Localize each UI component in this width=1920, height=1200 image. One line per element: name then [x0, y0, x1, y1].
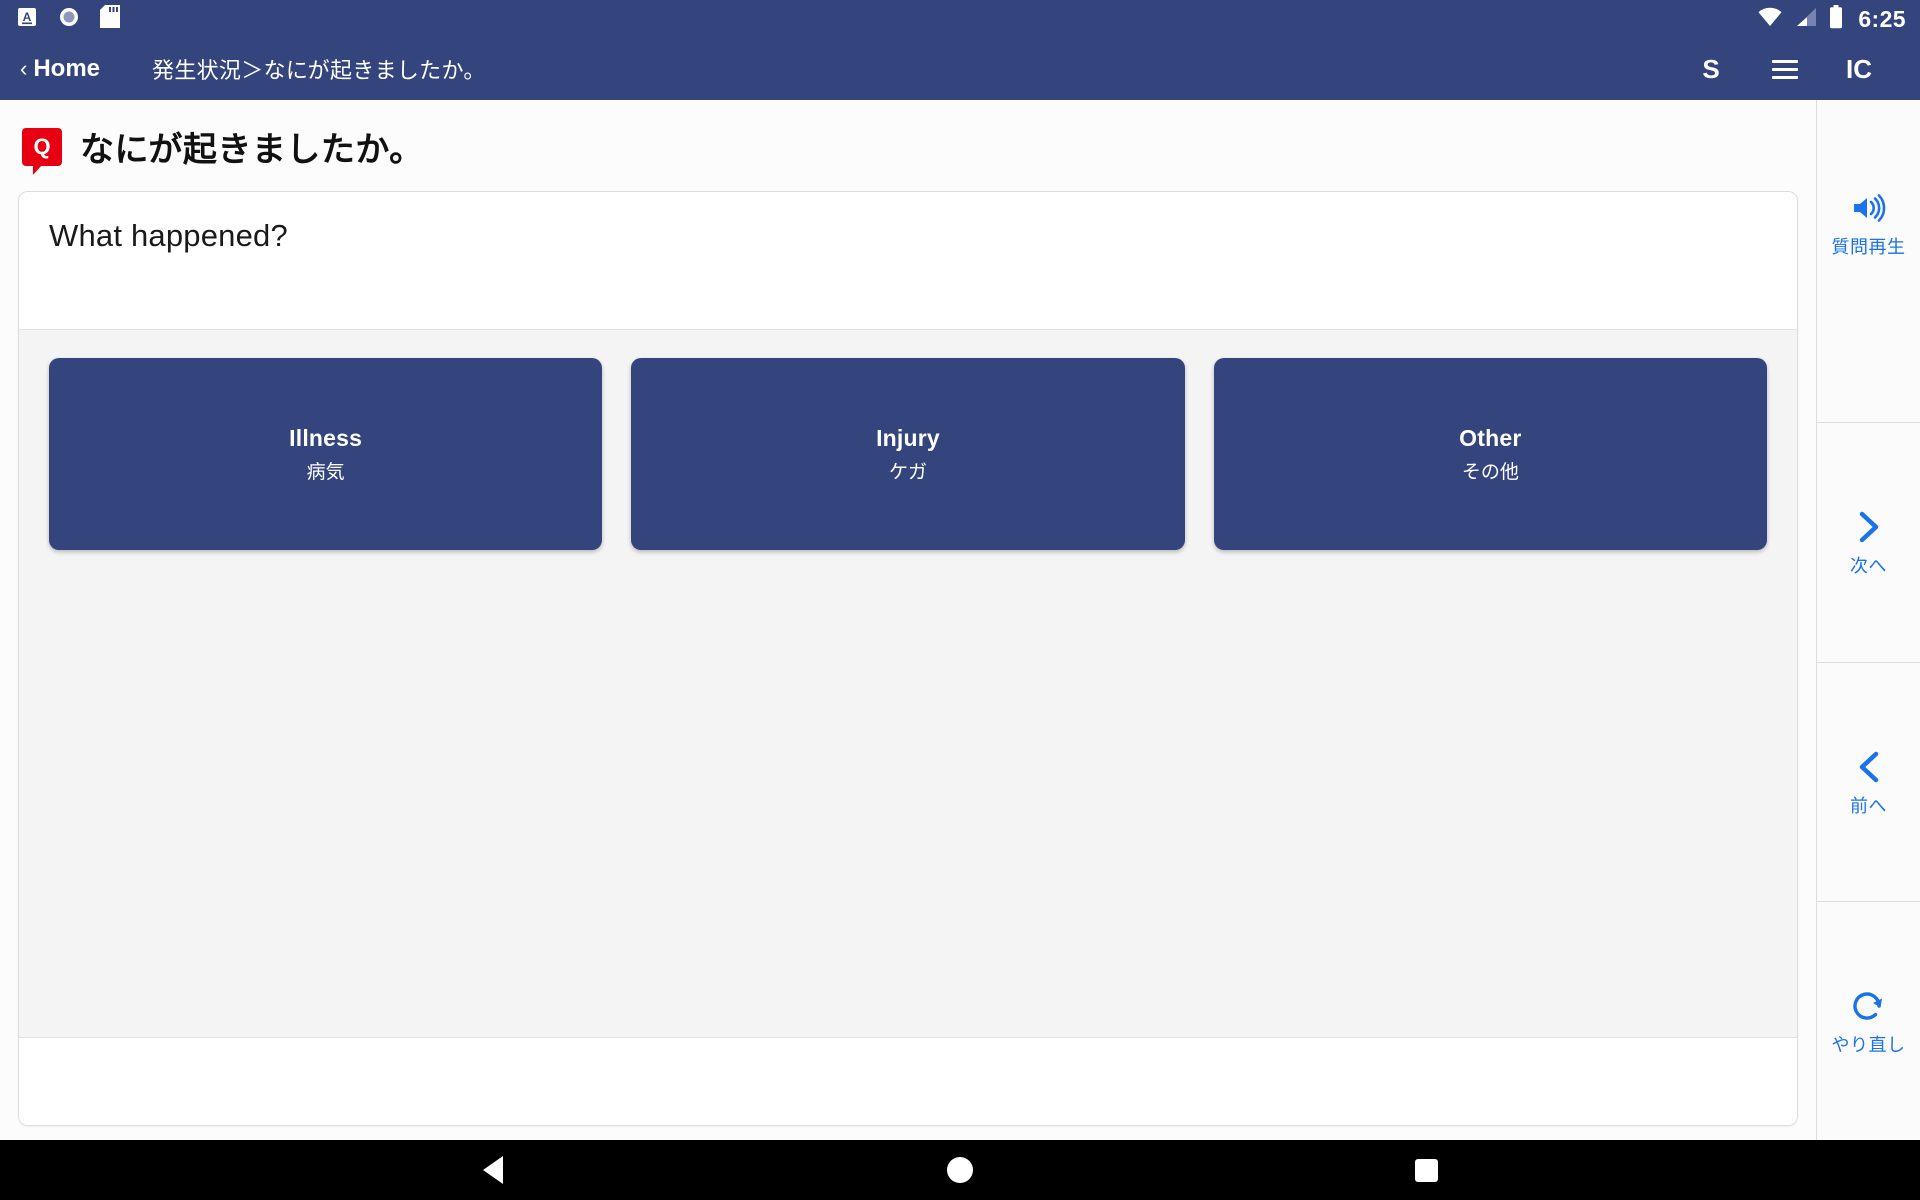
- sidebar-label-replay-question: 質問再生: [1831, 237, 1906, 257]
- option-illness-label-ja: 病気: [306, 461, 345, 483]
- back-triangle-icon: [483, 1156, 504, 1184]
- option-injury-button[interactable]: Injury ケガ: [631, 358, 1185, 550]
- nav-home-button[interactable]: [915, 1140, 1005, 1200]
- answer-options: Illness 病気 Injury ケガ Other その他: [49, 358, 1767, 550]
- action-sidebar: 質問再生 次へ 前へ やり直し: [1816, 100, 1920, 1140]
- nav-recent-button[interactable]: [1382, 1140, 1472, 1200]
- question-badge-icon: Q: [22, 127, 62, 175]
- option-other-label-en: Other: [1459, 424, 1522, 451]
- sidebar-label-next: 次へ: [1850, 556, 1887, 577]
- sd-card-icon: [100, 5, 120, 33]
- sidebar-label-previous: 前へ: [1850, 795, 1887, 816]
- speaker-volume-icon: [1852, 188, 1886, 228]
- redo-arrow-icon: [1851, 986, 1887, 1026]
- option-other-label-ja: その他: [1461, 461, 1519, 483]
- breadcrumb: 発生状況＞なにが起きましたか。: [152, 58, 486, 83]
- option-illness-button[interactable]: Illness 病気: [49, 358, 603, 550]
- main-content: Q なにが起きましたか。 What happened? Illness 病気 I…: [0, 100, 1816, 1140]
- option-other-button[interactable]: Other その他: [1213, 358, 1767, 550]
- back-chevron-icon: ‹: [20, 56, 28, 81]
- hamburger-menu-icon[interactable]: [1748, 59, 1822, 79]
- input-method-icon: A: [16, 6, 38, 33]
- home-label: Home: [33, 55, 101, 82]
- chevron-left-icon: [1854, 747, 1884, 787]
- wifi-icon: [1757, 6, 1783, 33]
- status-bar-clock: 6:25: [1858, 5, 1906, 32]
- battery-icon: [1829, 4, 1843, 34]
- ic-button[interactable]: IC: [1822, 56, 1896, 82]
- question-card: What happened? Illness 病気 Injury ケガ Othe…: [18, 191, 1798, 1126]
- sidebar-item-redo[interactable]: やり直し: [1817, 901, 1920, 1140]
- option-injury-label-en: Injury: [876, 424, 940, 451]
- option-illness-label-en: Illness: [289, 424, 363, 451]
- page-title: なにが起きましたか。: [80, 131, 424, 169]
- s-button[interactable]: S: [1674, 56, 1748, 82]
- card-footer: [19, 1037, 1797, 1125]
- android-nav-bar: [0, 1140, 1920, 1200]
- question-text-english: What happened?: [49, 218, 288, 253]
- home-circle-icon: [946, 1157, 973, 1183]
- status-bar-left-icons: A: [16, 5, 120, 33]
- option-injury-label-ja: ケガ: [888, 461, 927, 483]
- recent-square-icon: [1415, 1158, 1439, 1182]
- record-dot-icon: [58, 6, 80, 33]
- sidebar-item-replay-question[interactable]: 質問再生: [1817, 100, 1920, 424]
- status-bar-right-icons: 6:25: [1757, 4, 1906, 34]
- card-body: Illness 病気 Injury ケガ Other その他: [19, 330, 1797, 1037]
- body-row: Q なにが起きましたか。 What happened? Illness 病気 I…: [0, 100, 1920, 1140]
- home-back-button[interactable]: ‹ Home: [14, 51, 106, 87]
- app-bar-actions: S IC: [1674, 56, 1896, 82]
- nav-back-button[interactable]: [448, 1140, 538, 1200]
- question-heading: Q なにが起きましたか。: [0, 100, 1816, 191]
- signal-icon: [1794, 6, 1818, 33]
- question-badge-letter: Q: [33, 133, 51, 159]
- android-status-bar: A 6:25: [0, 0, 1920, 38]
- svg-text:A: A: [23, 10, 32, 24]
- sidebar-item-next[interactable]: 次へ: [1817, 423, 1920, 663]
- sidebar-label-redo: やり直し: [1831, 1034, 1906, 1055]
- chevron-right-icon: [1854, 507, 1884, 547]
- app-root: A 6:25 ‹ Home 発生状況＞なにが起きましたか。 S IC Q なにが…: [0, 0, 1920, 1200]
- sidebar-item-previous[interactable]: 前へ: [1817, 662, 1920, 902]
- card-header: What happened?: [19, 192, 1797, 330]
- app-bar: ‹ Home 発生状況＞なにが起きましたか。 S IC: [0, 38, 1920, 100]
